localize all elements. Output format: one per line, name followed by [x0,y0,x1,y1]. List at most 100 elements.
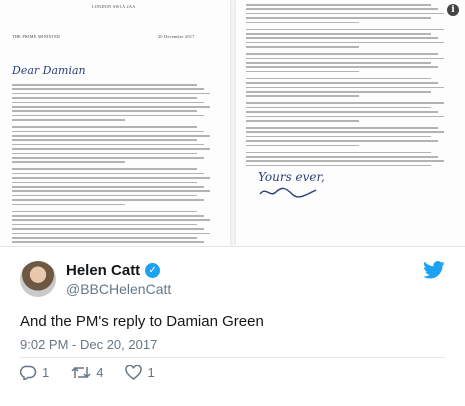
letter-text-line [12,241,204,243]
signature-scribble-icon [259,187,317,198]
author-row: Helen Catt ✓ [66,262,161,279]
letter-text-line [246,127,438,129]
author-handle[interactable]: @BBCHelenCatt [66,281,171,297]
letter-text-line [12,139,198,141]
letter-text-line [246,111,438,113]
letter-text-line [12,168,198,170]
letter-sender: THE PRIME MINISTER [12,34,61,39]
letter-text-line [12,232,210,235]
letter-text-line [12,190,210,192]
letter-text-line [12,172,204,175]
letter-date: 20 December 2017 [158,34,195,39]
divider [20,357,445,358]
letter-text-line [246,70,360,73]
letter-text-line [12,88,204,90]
letter-text-line [12,219,210,221]
letter-text-line [12,97,198,99]
letter-text-line [246,33,432,35]
letter-text-line [12,210,198,213]
letter-text-line [246,106,432,109]
letter-text-line [246,115,444,118]
reply-button[interactable]: 1 [20,365,49,380]
avatar[interactable] [20,261,56,297]
letter-text-line [12,148,210,150]
author-name[interactable]: Helen Catt [66,262,140,279]
letter-text-line [12,114,204,117]
letter-signoff: Yours ever, [258,170,325,184]
letter-text-line [12,199,204,201]
letter-text-line [12,106,210,108]
letter-text-line [246,21,360,24]
letter-text-line [12,194,198,197]
letter-text-line [12,84,198,86]
letter-text-line [246,37,438,39]
tweet-card: Helen Catt ✓ @BBCHelenCatt And the PM's … [0,247,465,406]
reply-icon [20,365,37,380]
letter-text-line [246,28,444,31]
letter-text-line [246,12,444,15]
letter-text-line [246,102,444,104]
letter-text-line [12,186,204,188]
letter-text-line [12,152,198,155]
tweet-timestamp[interactable]: 9:02 PM - Dec 20, 2017 [20,337,157,352]
letter-text-line [246,156,438,158]
letter-text-line [246,131,444,133]
letter-text-line [246,86,444,89]
letter-text-line [12,110,198,112]
like-icon [125,365,143,380]
letter-salutation: Dear Damian [12,64,86,77]
letter-text-line [246,77,432,80]
letter-text-line [12,223,198,226]
letter-text-line [246,66,438,68]
letter-text-line [246,8,438,10]
letter-text-line [12,228,204,230]
letter-text-line [246,17,432,19]
letter-text-line [12,215,204,217]
letter-text-line [12,92,210,95]
letter-text-line [246,46,360,48]
letter-page-right: Yours ever, i [236,0,465,246]
letter-address: LONDON SW1A 2AA [92,4,136,9]
letter-text-line [246,160,444,162]
letter-text-line [246,57,444,60]
letter-text-line [246,91,432,93]
letter-text-line [12,101,204,104]
letter-text-line [246,135,432,138]
letter-text-line [246,144,360,147]
letter-text-line [12,181,198,184]
like-count: 1 [147,365,155,380]
verified-icon: ✓ [145,263,161,278]
letter-text-line [246,53,438,55]
tweet-media-image[interactable]: LONDON SW1A 2AA THE PRIME MINISTER 20 De… [0,0,465,247]
letter-text-line [12,177,210,179]
reply-count: 1 [42,365,50,380]
letter-text-line [246,95,360,97]
letter-text-line [246,120,360,122]
letter-page-left: LONDON SW1A 2AA THE PRIME MINISTER 20 De… [0,0,230,246]
letter-text-line [246,4,432,6]
letter-text-line [12,135,210,137]
retweet-button[interactable]: 4 [71,365,103,380]
letter-text-line [246,164,432,167]
letter-text-line [12,203,126,206]
like-button[interactable]: 1 [125,365,155,380]
letter-text-line [246,41,444,44]
retweet-count: 4 [96,365,104,380]
letter-text-line [12,157,204,159]
tweet-text: And the PM's reply to Damian Green [20,313,264,330]
twitter-bird-icon[interactable] [423,261,445,279]
letter-text-line [12,161,126,163]
letter-text-line [12,130,204,133]
retweet-icon [71,366,91,379]
letter-text-line [246,151,432,154]
letter-signature: Yours ever, [258,170,325,203]
letter-text-line [12,119,126,121]
letter-text-line [246,140,438,142]
tweet-actions: 1 4 1 [20,365,177,380]
letter-text-line [246,62,432,64]
letter-text-line [246,82,438,84]
letter-text-line [12,126,198,128]
letter-text-line [12,143,204,146]
info-icon[interactable]: i [447,4,459,16]
letter-text-line [12,237,198,239]
